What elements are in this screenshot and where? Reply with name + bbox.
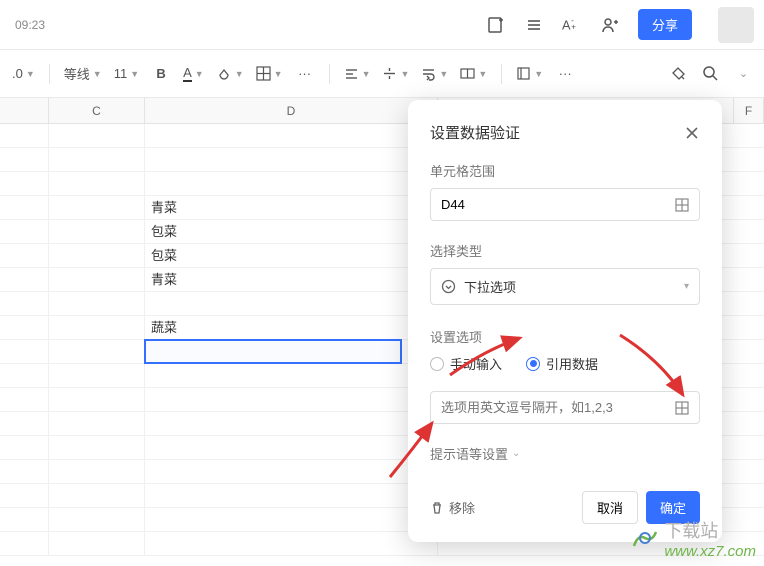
col-header-blank[interactable] (0, 98, 49, 123)
data-validation-panel: 设置数据验证 单元格范围 选择类型 下拉选项 ▾ 设置选项 手动输入 引用数据 … (408, 100, 722, 542)
number-format-button[interactable]: .0▼ (8, 60, 39, 88)
close-icon[interactable] (684, 125, 700, 141)
expand-icon[interactable]: ⌄ (728, 60, 756, 88)
remove-label: 移除 (449, 498, 475, 517)
more-tools-button[interactable]: ··· (551, 60, 579, 88)
new-icon[interactable] (486, 15, 506, 35)
more-format-button[interactable]: ··· (291, 60, 319, 88)
formatting-toolbar: .0▼ 等线▼ 11▼ B A▼ ▼ ▼ ··· ▼ ▼ ▼ ▼ ▼ ··· ⌄ (0, 50, 764, 98)
remove-button[interactable]: 移除 (430, 498, 475, 517)
font-size-icon[interactable]: A+- (562, 15, 582, 35)
radio-reference-data[interactable]: 引用数据 (526, 354, 598, 373)
options-input[interactable] (441, 400, 675, 415)
list-icon[interactable] (524, 15, 544, 35)
cell-d-2[interactable]: 包菜 (145, 220, 438, 243)
col-header-f[interactable]: F (734, 98, 764, 123)
svg-text:-: - (571, 16, 574, 25)
radio-manual-input[interactable]: 手动输入 (430, 354, 502, 373)
share-button[interactable]: 分享 (638, 9, 692, 40)
chevron-down-icon: ▾ (684, 281, 689, 292)
align-v-button[interactable]: ▼ (378, 60, 413, 88)
radio-ref-label: 引用数据 (546, 354, 598, 373)
range-picker-icon[interactable] (675, 198, 689, 212)
options-label: 设置选项 (430, 327, 700, 346)
watermark-url: www.xz7.com (664, 543, 756, 560)
radio-manual-label: 手动输入 (450, 354, 502, 373)
avatar[interactable] (718, 7, 754, 43)
radio-icon (430, 357, 444, 371)
insert-button[interactable]: ▼ (512, 60, 547, 88)
range-input-wrap[interactable] (430, 188, 700, 221)
font-family-select[interactable]: 等线▼ (60, 60, 106, 88)
trash-icon (430, 501, 444, 515)
font-size-select[interactable]: 11▼ (110, 60, 143, 88)
font-size-label: 11 (114, 66, 128, 81)
fill-color-button[interactable]: ▼ (212, 60, 248, 88)
dropdown-icon (441, 279, 456, 294)
divider (329, 64, 330, 84)
topbar-actions: A+- 分享 (486, 7, 754, 43)
cell-d-1[interactable]: 青菜 (145, 196, 438, 219)
range-input[interactable] (441, 197, 675, 212)
type-value: 下拉选项 (464, 277, 516, 296)
search-icon[interactable] (696, 60, 724, 88)
window-topbar: 09:23 A+- 分享 (0, 0, 764, 50)
cell-d-5[interactable]: 蔬菜 (145, 316, 438, 339)
watermark-logo-icon (630, 526, 660, 552)
type-label: 选择类型 (430, 241, 700, 260)
watermark: 下载站 www.xz7.com (630, 517, 756, 560)
font-family-label: 等线 (64, 64, 90, 83)
bold-button[interactable]: B (147, 60, 175, 88)
cell-d-3[interactable]: 包菜 (145, 244, 438, 267)
options-radio-group: 手动输入 引用数据 (430, 354, 700, 373)
watermark-text: 下载站 (664, 521, 718, 541)
merge-button[interactable]: ▼ (456, 60, 491, 88)
format-painter-icon[interactable] (664, 60, 692, 88)
divider (501, 64, 502, 84)
doc-timestamp: 09:23 (10, 18, 45, 32)
range-label: 单元格范围 (430, 161, 700, 180)
cell-d-4[interactable]: 青菜 (145, 268, 438, 291)
add-person-icon[interactable] (600, 15, 620, 35)
panel-title: 设置数据验证 (430, 122, 520, 143)
radio-icon-checked (526, 357, 540, 371)
divider (49, 64, 50, 84)
type-select[interactable]: 下拉选项 ▾ (430, 268, 700, 305)
align-h-button[interactable]: ▼ (340, 60, 375, 88)
svg-text:A: A (562, 17, 571, 32)
col-header-c[interactable]: C (49, 98, 145, 123)
range-picker-icon[interactable] (675, 401, 689, 415)
more-settings-toggle[interactable]: 提示语等设置 ⌄ (430, 444, 700, 463)
borders-button[interactable]: ▼ (252, 60, 287, 88)
number-format-label: .0 (12, 66, 23, 81)
font-color-button[interactable]: A▼ (179, 60, 208, 88)
options-input-wrap[interactable] (430, 391, 700, 424)
wrap-button[interactable]: ▼ (417, 60, 452, 88)
selected-cell[interactable] (145, 340, 401, 363)
chevron-down-icon: ⌄ (512, 448, 520, 459)
more-settings-label: 提示语等设置 (430, 444, 508, 463)
col-header-d[interactable]: D (145, 98, 438, 123)
